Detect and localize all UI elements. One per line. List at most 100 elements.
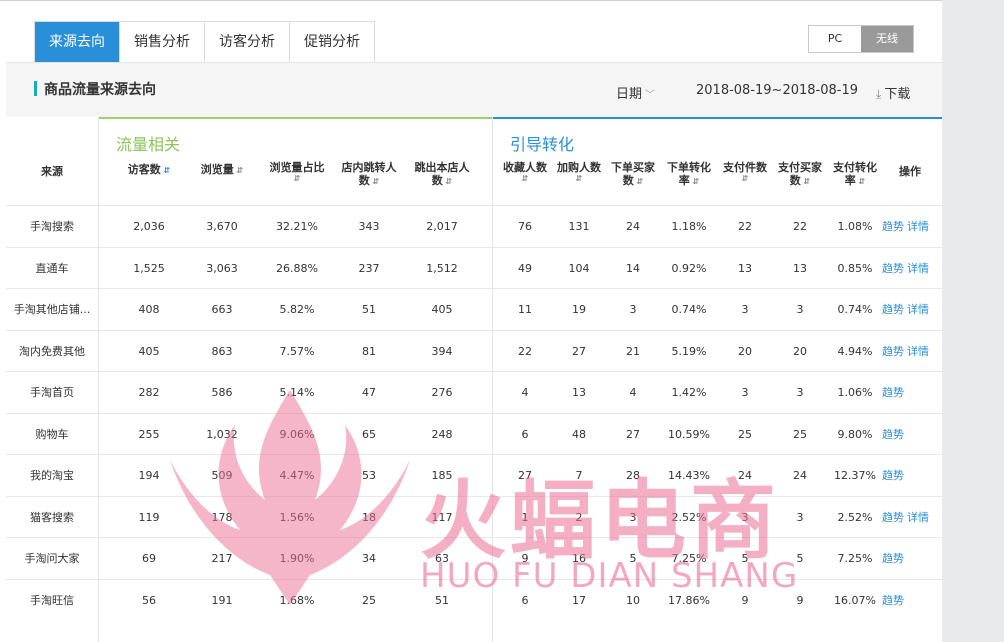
pc-toggle-button[interactable]: PC: [809, 26, 861, 52]
tab-source[interactable]: 来源去向: [35, 22, 120, 62]
cell-order-buyers: 3: [629, 303, 637, 316]
cell-exit: 63: [435, 552, 449, 565]
tab-sales[interactable]: 销售分析: [120, 22, 205, 62]
cell-order-rate: 7.25%: [671, 552, 707, 565]
cell-source: 购物车: [35, 427, 69, 441]
cell-source: 直通车: [35, 261, 69, 275]
trend-link[interactable]: 趋势: [882, 511, 904, 524]
cell-paid-items: 24: [738, 469, 752, 482]
cell-cart: 27: [572, 344, 586, 358]
trend-link[interactable]: 趋势: [882, 345, 904, 358]
cell-paid-items: 13: [738, 261, 752, 275]
download-label: 下载: [884, 87, 911, 102]
cell-jump: 81: [362, 344, 376, 358]
right-gutter: [942, 0, 1004, 642]
header-order-rate[interactable]: 下单转化率 ⇵: [662, 161, 716, 191]
table-row: 手淘旺信 56 191 1.68% 25 51 6 17 10 17.86% 9 9 16.07% 趋势: [6, 578, 942, 621]
sort-icon: ⇵: [521, 174, 529, 183]
trend-link[interactable]: 趋势: [882, 594, 904, 607]
trend-link[interactable]: 趋势: [882, 552, 904, 565]
sort-icon: ⇵: [575, 174, 583, 183]
header-pv-share[interactable]: 浏览量占比 ⇵: [262, 161, 332, 191]
table-row: 直通车 1,525 3,063 26.88% 237 1,512 49 104 14 0.92% 1…: [6, 246, 942, 289]
cell-fav: 76: [518, 220, 532, 233]
traffic-group-bar: [98, 117, 492, 119]
detail-link[interactable]: 详情: [907, 303, 929, 316]
analysis-tabs: 来源去向 销售分析 访客分析 促销分析: [34, 21, 375, 62]
trend-link[interactable]: 趋势: [882, 428, 904, 441]
cell-fav: 22: [518, 344, 532, 358]
cell-operations: 趋势 详情: [882, 497, 942, 538]
trend-link[interactable]: 趋势: [882, 303, 904, 316]
header-paid-items[interactable]: 支付件数 ⇵: [718, 161, 772, 191]
header-label: 下单转化: [667, 161, 711, 174]
sort-icon: ⇵: [800, 177, 811, 186]
cell-operations: 趋势: [882, 538, 942, 579]
cell-pv-share: 7.57%: [279, 344, 315, 358]
table-row: 手淘首页 282 586 5.14% 47 276 4 13 4 1.42% 3 3 1.06% 趋势: [6, 371, 942, 413]
cell-pv-share: 1.68%: [279, 593, 315, 607]
trend-link[interactable]: 趋势: [882, 386, 904, 399]
header-exit[interactable]: 跳出本店人数 ⇵: [409, 161, 475, 191]
tab-promotion[interactable]: 促销分析: [290, 22, 374, 62]
cell-jump: 25: [362, 593, 376, 607]
cell-order-buyers: 3: [629, 510, 637, 524]
detail-link[interactable]: 详情: [907, 345, 929, 358]
sort-icon: ⇵: [855, 177, 866, 186]
cell-cart: 2: [575, 510, 583, 524]
trend-link[interactable]: 趋势: [882, 469, 904, 482]
download-button[interactable]: ⤓ 下载: [876, 83, 910, 102]
cell-visitors: 1,525: [133, 261, 165, 275]
header-label: 率: [678, 174, 690, 187]
cell-order-rate: 14.43%: [668, 469, 710, 482]
header-paid-rate[interactable]: 支付转化率 ⇵: [828, 161, 882, 191]
cell-visitors: 255: [138, 427, 160, 441]
cell-fav: 4: [521, 386, 529, 399]
cell-source: 手淘旺信: [30, 593, 74, 607]
cell-source: 我的淘宝: [30, 469, 74, 482]
cell-paid-items: 9: [741, 593, 749, 607]
cell-order-buyers: 24: [626, 220, 640, 233]
cell-exit: 2,017: [426, 220, 458, 233]
detail-link[interactable]: 详情: [907, 262, 929, 275]
cell-exit: 394: [431, 344, 453, 358]
cell-pageviews: 863: [211, 344, 233, 358]
cell-exit: 276: [431, 386, 453, 399]
header-in-store-jump[interactable]: 店内跳转人数 ⇵: [336, 161, 402, 191]
cell-paid-buyers: 24: [793, 469, 807, 482]
detail-link[interactable]: 详情: [907, 511, 929, 524]
wireless-toggle-button[interactable]: 无线: [861, 26, 913, 52]
tab-visitors[interactable]: 访客分析: [205, 22, 290, 62]
cell-order-rate: 10.59%: [668, 427, 710, 441]
cell-fav: 6: [521, 593, 529, 607]
header-pageviews[interactable]: 浏览量 ⇵: [189, 163, 255, 193]
table-row: 猫客搜索 119 178 1.56% 18 117 1 2 3 2.52% 3 3 2.52% 趋势 详情: [6, 495, 942, 538]
cell-operations: 趋势: [882, 580, 942, 621]
cell-cart: 16: [572, 552, 586, 565]
date-dropdown[interactable]: 日期 ﹀: [616, 83, 655, 102]
header-favorites[interactable]: 收藏人数 ⇵: [496, 161, 554, 191]
header-label: 浏览量占比: [269, 161, 325, 174]
cell-fav: 6: [521, 427, 529, 441]
header-order-buyers[interactable]: 下单买家数 ⇵: [607, 161, 659, 191]
cell-cart: 19: [572, 303, 586, 316]
header-label: 数: [358, 174, 370, 187]
detail-link[interactable]: 详情: [907, 220, 929, 233]
cell-paid-buyers: 25: [793, 427, 807, 441]
trend-link[interactable]: 趋势: [882, 220, 904, 233]
cell-order-buyers: 10: [626, 593, 640, 607]
sort-icon: ⇵: [442, 177, 453, 186]
cell-paid-rate: 4.94%: [837, 344, 873, 358]
cell-operations: 趋势: [882, 414, 942, 455]
cell-exit: 405: [431, 303, 453, 316]
header-cart[interactable]: 加购人数 ⇵: [553, 161, 605, 191]
header-label: 店内跳转人: [341, 161, 397, 174]
header-paid-buyers[interactable]: 支付买家数 ⇵: [773, 161, 827, 191]
cell-fav: 9: [521, 552, 529, 565]
cell-source: 手淘其他店铺...: [13, 303, 91, 316]
cell-fav: 27: [518, 469, 532, 482]
cell-source: 手淘问大家: [24, 552, 80, 565]
cell-pv-share: 26.88%: [276, 261, 318, 275]
trend-link[interactable]: 趋势: [882, 262, 904, 275]
header-visitors[interactable]: 访客数 ⇵: [116, 163, 182, 193]
